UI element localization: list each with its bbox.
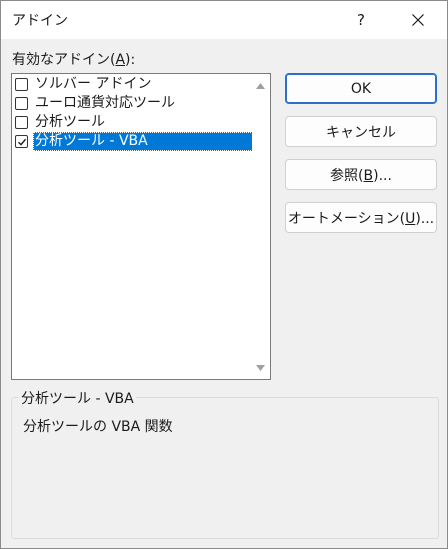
scroll-up-button[interactable] — [252, 77, 269, 94]
browse-button[interactable]: 参照(B)... — [285, 159, 437, 190]
description-title: 分析ツール - VBA — [19, 388, 136, 408]
browse-label-mnemonic: B — [363, 167, 374, 184]
automation-label-prefix: オートメーション( — [287, 210, 406, 227]
list-item[interactable]: ソルバー アドイン — [13, 75, 253, 94]
help-button[interactable]: ? — [341, 1, 381, 39]
list-item[interactable]: ユーロ通貨対応ツール — [13, 94, 253, 113]
checkbox[interactable] — [15, 97, 28, 110]
triangle-down-icon — [256, 364, 265, 371]
list-item[interactable]: 分析ツール — [13, 113, 253, 132]
addins-listbox[interactable]: ソルバー アドイン ユーロ通貨対応ツール 分析ツール 分析ツール - VBA — [11, 73, 271, 380]
automation-label-mnemonic: U — [405, 210, 416, 227]
ok-button-label: OK — [350, 80, 372, 97]
list-item-label: ユーロ通貨対応ツール — [35, 95, 175, 111]
ok-button[interactable]: OK — [285, 73, 437, 104]
title-bar[interactable]: アドイン ? — [1, 1, 447, 39]
description-text: 分析ツールの VBA 関数 — [23, 419, 173, 435]
close-icon — [412, 14, 424, 26]
window-title: アドイン — [12, 13, 68, 29]
list-scrollbar[interactable] — [252, 75, 269, 378]
addins-list-label: 有効なアドイン(A): — [12, 49, 135, 69]
checkbox[interactable] — [15, 135, 28, 148]
list-item[interactable]: 分析ツール - VBA — [13, 132, 253, 151]
browse-label-prefix: 参照( — [330, 167, 364, 184]
automation-button[interactable]: オートメーション(U)... — [285, 202, 437, 233]
checkbox[interactable] — [15, 78, 28, 91]
addins-list-items: ソルバー アドイン ユーロ通貨対応ツール 分析ツール 分析ツール - VBA — [13, 75, 253, 151]
addins-list-label-suffix: ): — [125, 52, 136, 68]
triangle-up-icon — [256, 82, 265, 89]
list-item-label: 分析ツール — [35, 114, 105, 130]
close-button[interactable] — [395, 1, 441, 39]
addins-list-label-prefix: 有効なアドイン( — [12, 52, 116, 68]
cancel-button-label: キャンセル — [326, 124, 396, 141]
help-icon: ? — [357, 11, 365, 29]
browse-label-suffix: )... — [373, 167, 392, 184]
addins-dialog: アドイン ? 有効なアドイン(A): ソルバー アドイン ユーロ通貨対応ツール … — [0, 0, 448, 549]
checkmark-icon — [17, 138, 26, 146]
addins-list-label-mnemonic: A — [115, 52, 126, 68]
cancel-button[interactable]: キャンセル — [285, 116, 437, 147]
list-item-label: ソルバー アドイン — [35, 76, 152, 92]
scroll-down-button[interactable] — [252, 359, 269, 376]
automation-label-suffix: )... — [415, 210, 435, 227]
browse-button-label: 参照(B)... — [330, 165, 392, 185]
list-item-label: 分析ツール - VBA — [33, 132, 253, 151]
checkbox[interactable] — [15, 116, 28, 129]
automation-button-label: オートメーション(U)... — [288, 208, 434, 228]
